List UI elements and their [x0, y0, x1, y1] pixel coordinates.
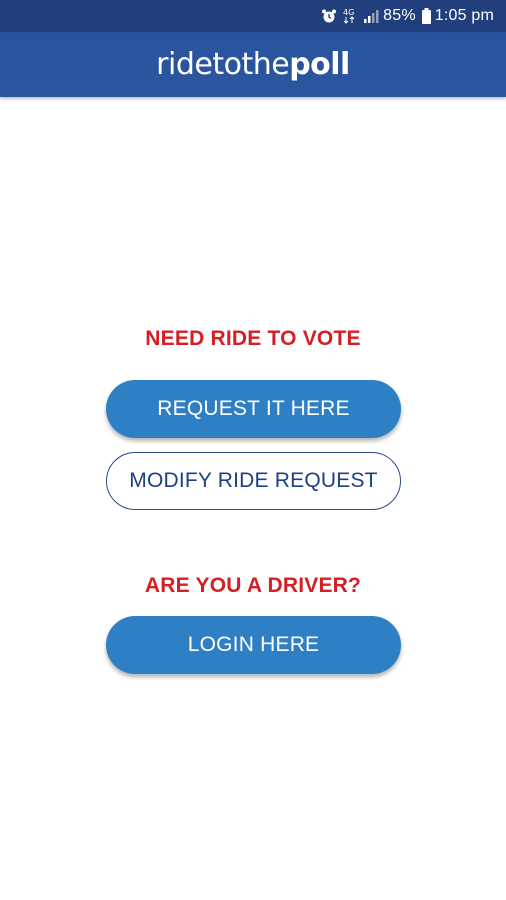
request-ride-button[interactable]: REQUEST IT HERE [106, 380, 401, 438]
driver-section-label: ARE YOU A DRIVER? [144, 574, 362, 597]
rider-section-label: NEED RIDE TO VOTE [145, 327, 361, 350]
battery-icon [421, 8, 431, 24]
clock: 1:05 pm [434, 7, 494, 24]
driver-login-button[interactable]: LOGIN HERE [106, 616, 401, 674]
app-header: 4G 85% 1:05 pm ridetothe poll [0, 0, 506, 97]
network-4g-icon: 4G [343, 7, 357, 25]
app-title-bold: poll [289, 47, 350, 82]
app-title-light: ridetothe [156, 47, 290, 82]
battery-percent: 85% [383, 7, 416, 24]
status-bar: 4G 85% 1:05 pm [0, 0, 506, 32]
network-label: 4G [343, 8, 354, 17]
alarm-icon [321, 8, 337, 24]
app-title: ridetothe poll [0, 32, 506, 97]
signal-icon [363, 8, 379, 24]
modify-ride-request-button[interactable]: MODIFY RIDE REQUEST [106, 452, 401, 510]
